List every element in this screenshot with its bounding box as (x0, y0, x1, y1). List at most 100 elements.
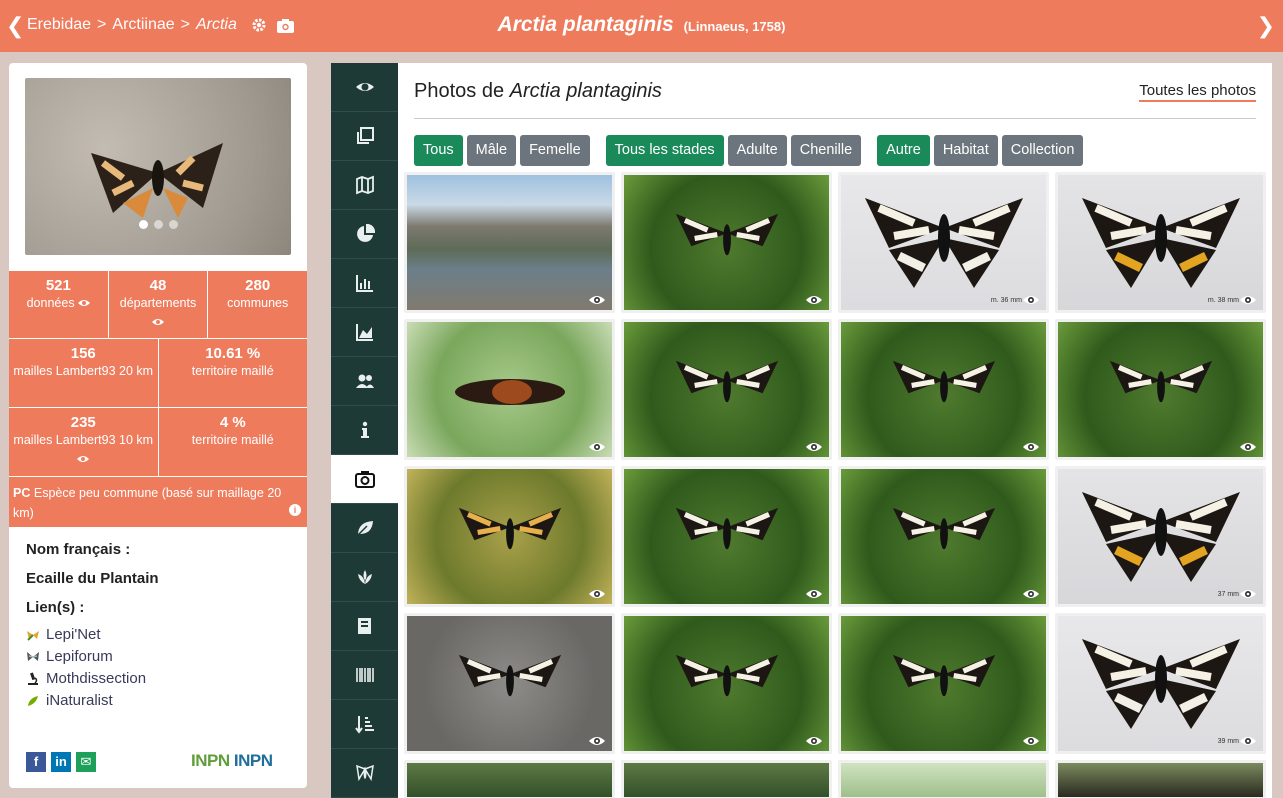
filter-chenille[interactable]: Chenille (790, 135, 862, 166)
photo-thumbnail[interactable] (838, 760, 1049, 798)
photo-thumbnail[interactable]: 37 mm (1055, 466, 1266, 607)
photo-thumbnail[interactable] (1055, 319, 1266, 460)
photo-thumbnail[interactable]: 39 mm (1055, 613, 1266, 754)
species-panel: 521 données 48 départements 280 communes… (9, 63, 307, 788)
users-icon (355, 374, 374, 388)
bar-chart-icon (355, 275, 373, 292)
photo-thumbnail[interactable] (838, 613, 1049, 754)
eye-icon[interactable] (805, 294, 823, 306)
link-inaturalist[interactable]: iNaturalist (26, 692, 159, 709)
photo-thumbnail[interactable] (404, 613, 615, 754)
stat-departements[interactable]: 48 départements (109, 271, 209, 338)
photo-thumbnail[interactable] (621, 172, 832, 313)
rail-overview[interactable] (331, 63, 398, 112)
eye-icon[interactable] (1239, 294, 1257, 306)
photo-thumbnail[interactable] (404, 172, 615, 313)
rail-map[interactable] (331, 161, 398, 210)
stat-communes: 280 communes (227, 277, 289, 310)
eye-icon[interactable] (805, 588, 823, 600)
photo-grid: m. 36 mm m. 38 mm 37 mm 39 mm (404, 172, 1266, 798)
filter-tous-les-stades[interactable]: Tous les stades (605, 135, 724, 166)
stat-mailles-10[interactable]: 235 mailles Lambert93 10 km (9, 408, 159, 476)
filter-group-type: Autre Habitat Collection (877, 135, 1084, 166)
rail-pie-chart[interactable] (331, 210, 398, 259)
rail-plant[interactable] (331, 553, 398, 602)
eye-icon[interactable] (588, 735, 606, 747)
eye-icon[interactable] (1239, 735, 1257, 747)
photo-thumbnail[interactable]: m. 38 mm (1055, 172, 1266, 313)
rail-area-chart[interactable] (331, 308, 398, 357)
eye-icon[interactable] (1239, 441, 1257, 453)
link-lepiforum[interactable]: Lepiforum (26, 648, 159, 665)
section-rail (331, 63, 398, 798)
rail-leaf[interactable] (331, 504, 398, 553)
all-photos-link[interactable]: Toutes les photos (1139, 82, 1256, 102)
stat-territoire-10: 4 % territoire maillé (191, 414, 274, 447)
eye-icon[interactable] (805, 735, 823, 747)
facebook-icon[interactable]: f (26, 752, 46, 772)
photo-thumbnail[interactable] (838, 319, 1049, 460)
names-block: Nom français : Ecaille du Plantain Lien(… (26, 541, 159, 709)
filter-tous[interactable]: Tous (414, 135, 463, 166)
eye-icon[interactable] (1022, 588, 1040, 600)
eye-icon[interactable] (152, 318, 164, 326)
eye-icon[interactable] (77, 455, 90, 463)
eye-icon[interactable] (78, 299, 91, 307)
link-lepinet[interactable]: Lepi'Net (26, 626, 159, 643)
camera-icon (354, 471, 375, 488)
carousel-dots[interactable] (25, 220, 291, 229)
photo-thumbnail[interactable] (621, 613, 832, 754)
stat-donnees[interactable]: 521 données (9, 271, 109, 338)
rail-bar-chart[interactable] (331, 259, 398, 308)
filter-male[interactable]: Mâle (466, 135, 517, 166)
photo-thumbnail[interactable] (621, 466, 832, 607)
eye-icon[interactable] (1022, 294, 1040, 306)
barcode-icon (355, 668, 374, 682)
link-mothdissection[interactable]: Mothdissection (26, 670, 159, 687)
chevron-right-icon[interactable]: ❯ (1257, 13, 1275, 39)
eye-icon[interactable] (1239, 588, 1257, 600)
page-title: Arctia plantaginis (Linnaeus, 1758) (497, 13, 786, 36)
map-icon (355, 175, 374, 195)
photo-thumbnail[interactable] (838, 466, 1049, 607)
photo-thumbnail[interactable] (1055, 760, 1266, 798)
eye-icon[interactable] (588, 441, 606, 453)
linkedin-icon[interactable]: in (51, 752, 71, 772)
photo-thumbnail[interactable] (621, 760, 832, 798)
rail-sort[interactable] (331, 700, 398, 749)
eye-icon[interactable] (805, 441, 823, 453)
photo-thumbnail[interactable] (404, 466, 615, 607)
email-icon[interactable]: ✉ (76, 752, 96, 772)
eye-icon[interactable] (588, 294, 606, 306)
filter-adulte[interactable]: Adulte (727, 135, 787, 166)
eye-icon[interactable] (588, 588, 606, 600)
rail-moth[interactable] (331, 749, 398, 798)
photo-thumbnail[interactable]: m. 36 mm (838, 172, 1049, 313)
filter-autre[interactable]: Autre (877, 135, 930, 166)
rail-users[interactable] (331, 357, 398, 406)
photo-filters: Tous Mâle Femelle Tous les stades Adulte… (414, 135, 1084, 166)
scale-label: m. 38 mm (1207, 297, 1239, 304)
eye-icon[interactable] (1022, 735, 1040, 747)
rail-photos[interactable] (331, 455, 398, 504)
photo-thumbnail[interactable] (404, 760, 615, 798)
species-photo-carousel[interactable] (25, 78, 291, 255)
french-name: Ecaille du Plantain (26, 570, 159, 587)
eye-icon[interactable] (1022, 441, 1040, 453)
photo-thumbnail[interactable] (404, 319, 615, 460)
pie-chart-icon (356, 224, 375, 242)
rail-info[interactable] (331, 406, 398, 455)
rail-barcode[interactable] (331, 651, 398, 700)
inpn-logo[interactable]: INPN INPN (191, 751, 291, 773)
filter-femelle[interactable]: Femelle (520, 135, 590, 166)
lepinet-icon (27, 630, 39, 641)
filter-collection[interactable]: Collection (1001, 135, 1084, 166)
sort-icon (354, 716, 374, 734)
rail-copies[interactable] (331, 112, 398, 161)
photo-thumbnail[interactable] (621, 319, 832, 460)
photos-title: Photos de Arctia plantaginis (414, 80, 662, 102)
copy-icon (356, 127, 374, 144)
info-icon[interactable]: i (289, 504, 301, 516)
rail-book[interactable] (331, 602, 398, 651)
filter-habitat[interactable]: Habitat (933, 135, 998, 166)
